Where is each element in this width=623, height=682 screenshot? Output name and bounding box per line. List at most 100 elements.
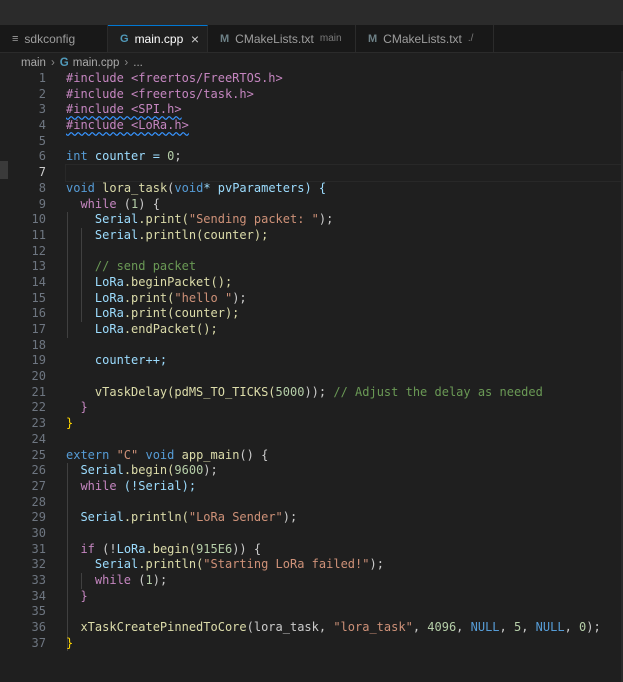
line-number: 26: [31, 463, 46, 478]
keyword: void: [66, 180, 95, 195]
identifier: LoRa: [116, 541, 146, 556]
tab-label: CMakeLists.txt: [235, 31, 314, 46]
line-number: 23: [31, 416, 46, 431]
code-token: .println(: [138, 557, 204, 572]
tab-sublabel: ./: [467, 33, 474, 44]
code-line: LoRa.print(counter);: [66, 306, 623, 322]
tab-bar: ≡ sdkconfig G main.cpp × M CMakeLists.tx…: [0, 25, 623, 53]
line-number: 30: [31, 525, 46, 540]
code-line: }: [66, 400, 623, 416]
cpp-file-icon: G: [120, 33, 129, 45]
breadcrumb-file[interactable]: main.cpp: [73, 57, 120, 69]
brace: }: [66, 635, 74, 650]
code-token: );: [232, 290, 247, 305]
code-token: counter++;: [94, 353, 168, 368]
line-number: 17: [31, 322, 46, 336]
tab-cmakelists-root[interactable]: M CMakeLists.txt ./: [356, 25, 494, 52]
settings-file-icon: ≡: [12, 32, 19, 45]
code-token: .begin(: [145, 541, 197, 556]
include-directive: #include <freertos/task.h>: [66, 86, 254, 101]
line-number: 11: [31, 227, 46, 242]
code-token: ,: [521, 620, 536, 635]
code-line: counter++;: [66, 353, 623, 369]
code-line: #include <LoRa.h>: [66, 118, 623, 134]
tab-main-cpp[interactable]: G main.cpp ×: [108, 25, 208, 52]
code-token: );: [318, 212, 334, 227]
code-line: LoRa.beginPacket();: [66, 275, 623, 291]
code-line: LoRa.endPacket();: [66, 322, 623, 338]
code-token: (!Serial);: [116, 478, 197, 493]
line-number-gutter: 1 2 3 4 5 6 7 8 9 10 11 12 13 14 15 16 1…: [0, 71, 56, 651]
code-token: ,: [499, 620, 514, 635]
line-number: 37: [31, 635, 46, 650]
line-number: 33: [31, 573, 46, 587]
string: "C": [109, 447, 146, 462]
code-token: counter =: [87, 149, 168, 164]
code-token: (: [131, 573, 146, 587]
keyword: extern: [66, 447, 110, 462]
number: 1: [145, 573, 153, 587]
code-token: .print(: [123, 290, 175, 305]
line-number: 9: [38, 196, 46, 211]
cmake-file-icon: M: [368, 32, 378, 45]
tab-sdkconfig[interactable]: ≡ sdkconfig: [0, 25, 108, 52]
line-number: 25: [31, 447, 46, 462]
code-token: (pdMS_TO_TICKS(: [167, 384, 276, 399]
code-token: );: [586, 620, 601, 635]
identifier: Serial: [94, 557, 139, 572]
line-number: 1: [38, 71, 46, 85]
code-token: .println(: [123, 510, 189, 525]
comment: // send packet: [94, 259, 197, 274]
code-line: Serial.println("LoRa Sender");: [66, 510, 623, 526]
line-number: 36: [31, 620, 46, 635]
identifier: Serial: [80, 510, 124, 525]
code-line: // send packet: [66, 259, 623, 275]
brace: }: [66, 416, 74, 431]
number: 5000: [275, 384, 305, 399]
comment: // Adjust the delay as needed: [333, 384, 543, 399]
keyword: if: [80, 541, 95, 556]
breadcrumb-symbols[interactable]: ...: [133, 57, 143, 69]
code-token: (: [116, 196, 132, 211]
identifier: LoRa: [94, 274, 124, 289]
identifier: Serial: [94, 212, 139, 227]
code-line: if (!LoRa.begin(915E6)) {: [66, 542, 623, 558]
code-token: );: [282, 510, 298, 525]
line-number: 34: [31, 588, 46, 603]
constant: NULL: [470, 620, 500, 635]
line-number: 31: [31, 541, 46, 556]
breadcrumb-folder[interactable]: main: [21, 57, 46, 69]
breadcrumb: main › G main.cpp › ...: [0, 53, 623, 73]
identifier: Serial: [94, 227, 139, 242]
code-line: xTaskCreatePinnedToCore(lora_task, "lora…: [66, 620, 623, 636]
code-line-current: [65, 164, 623, 182]
line-number: 14: [31, 274, 46, 289]
string: "LoRa Sender": [188, 510, 283, 525]
code-token: ,: [412, 620, 428, 635]
code-token: );: [369, 557, 384, 572]
chevron-right-icon: ›: [124, 57, 129, 69]
code-line: Serial.println(counter);: [66, 228, 623, 244]
code-line: Serial.begin(9600);: [66, 463, 623, 479]
keyword: void: [174, 180, 204, 195]
chevron-right-icon: ›: [50, 57, 55, 69]
line-number: 21: [31, 384, 46, 399]
line-number: 22: [31, 400, 46, 415]
line-number: 3: [38, 102, 46, 117]
code-line: while (1) {: [66, 197, 623, 213]
code-line: }: [66, 589, 623, 605]
code-editor[interactable]: 1 2 3 4 5 6 7 8 9 10 11 12 13 14 15 16 1…: [0, 71, 623, 682]
function-name: xTaskCreatePinnedToCore: [80, 620, 247, 635]
tab-label: CMakeLists.txt: [383, 31, 462, 46]
number: 4096: [427, 620, 457, 635]
line-number: 13: [31, 259, 46, 274]
tab-cmakelists-main[interactable]: M CMakeLists.txt main: [208, 25, 356, 52]
identifier: LoRa: [94, 322, 124, 336]
close-icon[interactable]: ×: [191, 31, 199, 47]
string: "hello ": [174, 290, 233, 305]
code-line: while (1);: [66, 573, 623, 589]
